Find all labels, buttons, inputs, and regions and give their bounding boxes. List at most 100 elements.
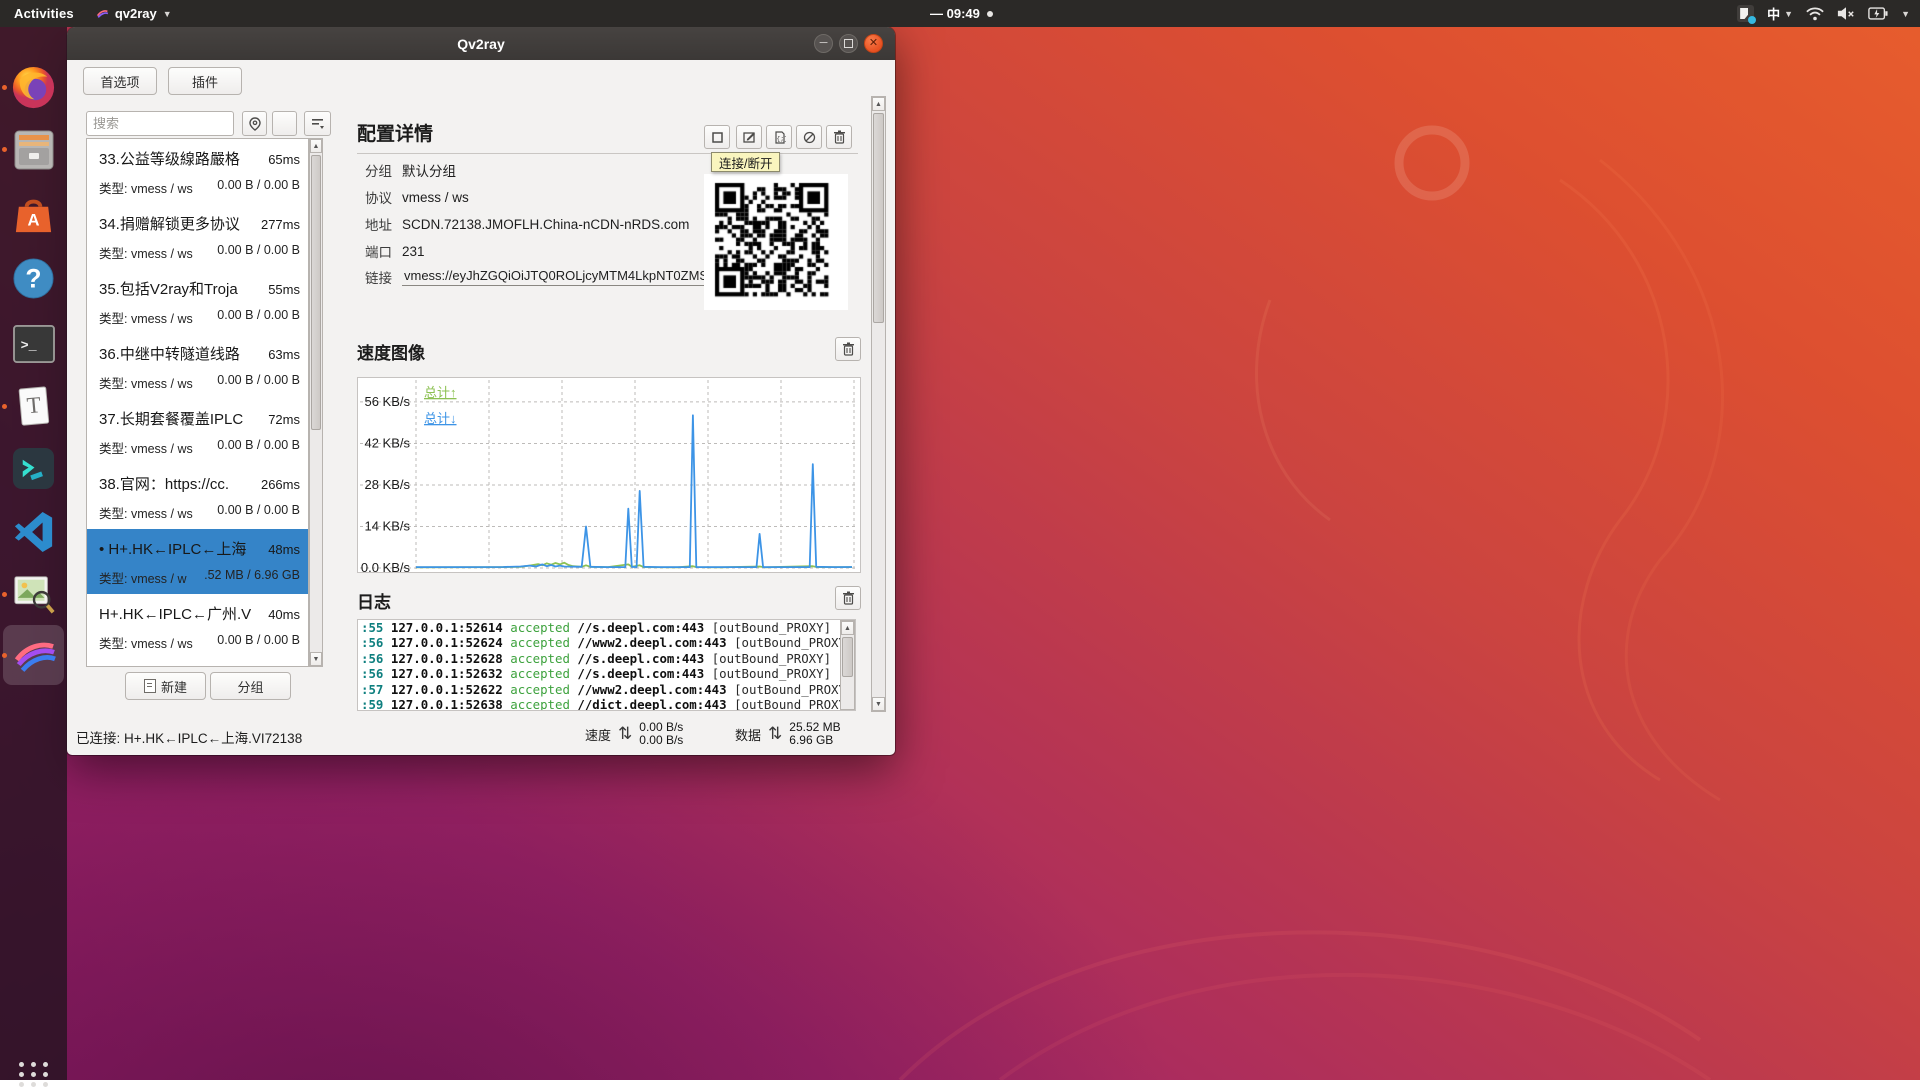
server-title: • H+.HK←IPLC←上海: [99, 538, 264, 559]
dock-item-files[interactable]: [9, 125, 58, 174]
running-indicator: [2, 592, 7, 597]
legend-total-up[interactable]: 总计↑: [424, 385, 457, 400]
server-data-usage: 0.00 B / 0.00 B: [217, 633, 300, 652]
clock[interactable]: — 09:49: [930, 0, 993, 27]
edit-json-button[interactable]: {;}: [766, 125, 792, 149]
field-value: 231: [402, 244, 425, 259]
server-type: 类型: vmess / ws: [99, 438, 193, 457]
show-applications-button[interactable]: [18, 1059, 49, 1090]
svg-text:56 KB/s: 56 KB/s: [364, 394, 410, 409]
scroll-down-button[interactable]: ▼: [872, 697, 885, 711]
delete-config-button[interactable]: [826, 125, 852, 149]
ime-label: 中: [1767, 4, 1780, 23]
log-output[interactable]: :55 127.0.0.1:52614 accepted //s.deepl.c…: [357, 619, 856, 711]
server-ping: 63ms: [268, 347, 300, 362]
group-button[interactable]: 分组: [210, 672, 291, 700]
server-data-usage: 0.00 B / 0.00 B: [217, 503, 300, 522]
server-list-item[interactable]: H+.HK←IPLC←广州.V40ms类型: vmess / ws0.00 B …: [87, 594, 308, 659]
connect-disconnect-tooltip: 连接/断开: [711, 152, 780, 172]
search-input[interactable]: [86, 111, 234, 136]
up-down-arrows-icon: ⇅: [618, 724, 632, 744]
title-bar[interactable]: Qv2ray ─ ✕: [67, 27, 895, 60]
circle-slash-icon: [803, 131, 816, 144]
clock-label: — 09:49: [930, 6, 980, 21]
activities-button[interactable]: Activities: [14, 6, 74, 21]
clear-graph-button[interactable]: [835, 337, 861, 361]
blank-tool-button[interactable]: [272, 111, 297, 136]
json-document-icon: {;}: [773, 131, 786, 144]
preferences-button[interactable]: 首选项: [83, 67, 157, 95]
latency-test-button[interactable]: [242, 111, 267, 136]
server-list-scrollbar[interactable]: ▲ ▼: [309, 138, 323, 667]
field-label: 链接: [365, 267, 392, 287]
ime-switcher[interactable]: 中 ▼: [1767, 4, 1793, 23]
test-latency-button[interactable]: [796, 125, 822, 149]
dock-item-terminal[interactable]: >_: [9, 319, 58, 368]
new-config-button[interactable]: 新建: [125, 672, 206, 700]
scrollbar-thumb[interactable]: [842, 637, 853, 677]
scroll-up-button[interactable]: ▲: [310, 139, 322, 153]
system-tray[interactable]: 中 ▼ ▼: [1737, 0, 1910, 27]
server-title: 33.公益等级線路嚴格: [99, 148, 264, 169]
edit-config-button[interactable]: [736, 125, 762, 149]
plugins-button[interactable]: 插件: [168, 67, 242, 95]
scroll-up-button[interactable]: ▲: [872, 97, 885, 111]
server-list-item[interactable]: 36.中继中转隧道线路63ms类型: vmess / ws0.00 B / 0.…: [87, 334, 308, 399]
terminal-icon: >_: [12, 324, 56, 364]
speed-graph-title: 速度图像: [357, 339, 425, 364]
maximize-button[interactable]: [839, 34, 858, 53]
running-indicator: [2, 85, 7, 90]
clear-log-button[interactable]: [835, 586, 861, 610]
config-field-3: 地址SCDN.72138.JMOFLH.China-nCDN-nRDS.com: [365, 214, 689, 234]
server-list[interactable]: 33.公益等级線路嚴格 65ms 类型: vmess / ws 0.00 B / 0.…: [86, 138, 309, 667]
log-line: :56 127.0.0.1:52632 accepted //s.deepl.c…: [358, 666, 855, 681]
scrollbar-thumb[interactable]: [873, 113, 884, 323]
scroll-down-button[interactable]: ▼: [310, 652, 322, 666]
server-list-item[interactable]: 38.官网：https://cc.266ms类型: vmess / ws0.00…: [87, 464, 308, 529]
dock-item-firefox[interactable]: [9, 63, 58, 112]
close-button[interactable]: ✕: [864, 34, 883, 53]
dock-item-image-viewer[interactable]: [9, 570, 58, 619]
server-data-usage: 0.00 B / 0.00 B: [217, 243, 300, 262]
input-method-panel-icon[interactable]: [1737, 5, 1754, 22]
edit-pencil-icon: [743, 131, 756, 143]
config-field-4: 端口231: [365, 241, 425, 261]
server-title: 38.官网：https://cc.: [99, 473, 257, 494]
svg-text:28 KB/s: 28 KB/s: [364, 477, 410, 492]
dock-item-help[interactable]: ?: [9, 254, 58, 303]
volume-muted-icon: [1837, 6, 1855, 21]
battery-icon: [1868, 7, 1888, 20]
field-label: 协议: [365, 187, 392, 207]
server-list-item[interactable]: H+.HK←IPLC←: [87, 659, 308, 667]
app-menu[interactable]: qv2ray ▼: [96, 6, 172, 21]
server-list-item[interactable]: 35.包括V2ray和Troja55ms类型: vmess / ws0.00 B…: [87, 269, 308, 334]
server-list-item[interactable]: 37.长期套餐覆盖IPLC72ms类型: vmess / ws0.00 B / …: [87, 399, 308, 464]
dock-item-ubuntu-software[interactable]: A: [9, 191, 58, 240]
connect-disconnect-button[interactable]: [704, 125, 730, 149]
server-ping: 65ms: [268, 152, 300, 167]
server-type: 类型: vmess / ws: [99, 178, 193, 197]
chevron-down-icon[interactable]: ▼: [1901, 9, 1910, 19]
scrollbar-thumb[interactable]: [311, 155, 321, 430]
dock-item-qv2ray[interactable]: [9, 631, 58, 680]
server-type: 类型: vmess / w: [99, 568, 187, 587]
document-icon: [144, 679, 156, 693]
log-scrollbar[interactable]: ▲: [840, 620, 855, 710]
server-list-item[interactable]: 34.捐赠解锁更多协议277ms类型: vmess / ws0.00 B / 0…: [87, 204, 308, 269]
server-type: 类型: vmess / ws: [99, 633, 193, 652]
scroll-up-button[interactable]: ▲: [841, 621, 854, 635]
server-list-item[interactable]: • H+.HK←IPLC←上海48ms类型: vmess / w.52 MB /…: [87, 529, 308, 594]
dock-item-vscode[interactable]: [9, 507, 58, 556]
help-icon: ?: [11, 256, 56, 301]
sort-button[interactable]: [304, 111, 331, 136]
config-field-2: 协议vmess / ws: [365, 187, 469, 207]
dock-item-tabby[interactable]: [9, 444, 58, 493]
legend-total-down[interactable]: 总计↓: [424, 411, 457, 426]
server-list-item[interactable]: 33.公益等级線路嚴格65ms类型: vmess / ws0.00 B / 0.…: [87, 139, 308, 204]
data-status: 数据 ⇅ 25.52 MB 6.96 GB: [735, 721, 841, 747]
dock-item-text-editor[interactable]: T: [9, 382, 58, 431]
connection-status: 已连接: H+.HK←IPLC←上海.VI72138: [76, 727, 302, 747]
minimize-button[interactable]: ─: [814, 34, 833, 53]
server-type: 类型: vmess / ws: [99, 243, 193, 262]
panel-scrollbar[interactable]: ▲ ▼: [871, 96, 886, 712]
